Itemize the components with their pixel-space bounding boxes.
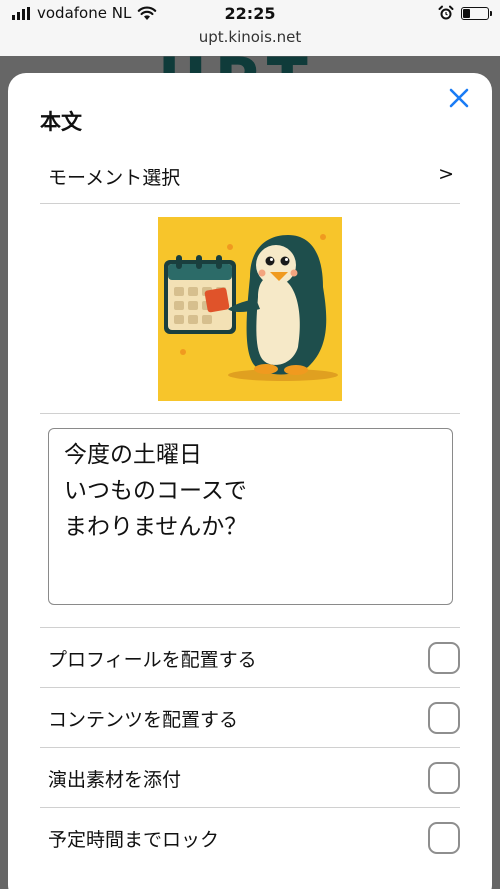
checkbox[interactable] bbox=[428, 702, 460, 734]
url-text: upt.kinois.net bbox=[198, 28, 302, 46]
moment-select-label: モーメント選択 bbox=[48, 167, 181, 189]
close-icon bbox=[449, 88, 469, 108]
close-button[interactable] bbox=[446, 85, 472, 111]
checkbox[interactable] bbox=[428, 822, 460, 854]
options-list: プロフィールを配置する コンテンツを配置する 演出素材を添付 予定時間までロック bbox=[40, 627, 460, 867]
option-place-content[interactable]: コンテンツを配置する bbox=[40, 687, 460, 747]
option-place-profile[interactable]: プロフィールを配置する bbox=[40, 627, 460, 687]
divider bbox=[40, 413, 460, 414]
status-bar: vodafone NL 22:25 bbox=[0, 0, 500, 26]
sheet-title: 本文 bbox=[40, 110, 82, 134]
battery-icon bbox=[461, 7, 492, 20]
clock: 22:25 bbox=[224, 4, 276, 23]
chevron-right-icon: > bbox=[438, 163, 454, 185]
option-lock-until-time[interactable]: 予定時間までロック bbox=[40, 807, 460, 867]
option-label: 演出素材を添付 bbox=[48, 769, 182, 791]
message-textarea[interactable]: 今度の土曜日 いつものコースで まわりませんか？ bbox=[48, 428, 453, 605]
moment-image[interactable] bbox=[158, 217, 342, 401]
option-label: 予定時間までロック bbox=[48, 829, 220, 851]
compose-sheet: 本文 モーメント選択 > 今度の土曜日 いつものコースで まわりませんか？ プロ… bbox=[8, 73, 492, 889]
penguin-calendar-illustration bbox=[158, 217, 342, 401]
option-attach-effects[interactable]: 演出素材を添付 bbox=[40, 747, 460, 807]
moment-select-row[interactable]: モーメント選択 > bbox=[40, 154, 460, 204]
option-label: コンテンツを配置する bbox=[48, 709, 239, 731]
alarm-icon bbox=[438, 5, 454, 25]
checkbox[interactable] bbox=[428, 762, 460, 794]
option-label: プロフィールを配置する bbox=[48, 649, 257, 671]
checkbox[interactable] bbox=[428, 642, 460, 674]
